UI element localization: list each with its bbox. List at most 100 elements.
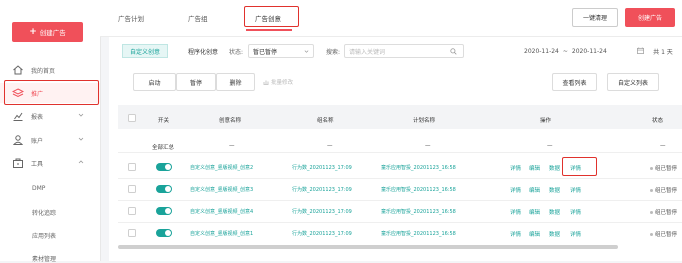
sidebar-sub-materials[interactable]: 素材管理	[32, 254, 56, 263]
one-click-clean-button[interactable]: 一键清理	[572, 8, 618, 27]
plus-icon: +	[29, 26, 37, 37]
creative-name-link[interactable]: 自定义创意_竖版视频_创意1	[190, 230, 253, 237]
op-detail-link[interactable]: 详情	[510, 164, 521, 172]
row-toggle-switch[interactable]	[156, 229, 172, 237]
search-label: 搜索:	[325, 48, 341, 56]
op-data-link[interactable]: 数据	[549, 230, 560, 238]
op-edit-link[interactable]: 编辑	[529, 208, 540, 216]
select-all-checkbox[interactable]	[128, 114, 136, 122]
create-ad-label: 创建广告	[39, 29, 66, 37]
pause-button[interactable]: 暂停	[176, 73, 216, 91]
status-text: 组已暂停	[655, 210, 678, 216]
row-toggle-switch[interactable]	[156, 185, 172, 193]
total-days: 共 1 天	[653, 48, 673, 56]
plan-name-link[interactable]: 童乐应用智投_20201123_16:58	[381, 164, 456, 171]
sidebar-item-label: 我的首页	[31, 68, 56, 75]
status-select-value: 暂已暂停	[253, 48, 278, 56]
column-header-status[interactable]: 状态	[652, 116, 663, 124]
group-name-link[interactable]: 行为数_20201123_17:09	[292, 164, 352, 171]
sidebar-sub-apps[interactable]: 应用列表	[32, 231, 56, 240]
view-columns-button[interactable]: 查看列表	[552, 73, 597, 91]
row-checkbox[interactable]	[128, 207, 136, 215]
op-edit-link[interactable]: 编辑	[529, 186, 540, 194]
group-name-link[interactable]: 行为数_20201123_17:09	[292, 186, 352, 193]
column-header-group[interactable]: 组名称	[317, 116, 334, 124]
op-detail2-link[interactable]: 详情	[570, 186, 581, 194]
create-ad-button[interactable]: + 创建广告	[12, 22, 83, 42]
status-dot	[650, 211, 653, 214]
sidebar-item-account[interactable]: 账户	[0, 130, 100, 150]
batch-edit-button[interactable]: 批量修改	[263, 78, 293, 86]
op-data-link[interactable]: 数据	[549, 208, 560, 216]
creative-name-link[interactable]: 自定义创意_竖版视频_创意2	[190, 164, 253, 171]
create-ad-top-button[interactable]: 创建广告	[625, 8, 675, 27]
row-checkbox[interactable]	[128, 185, 136, 193]
table-header	[118, 105, 682, 129]
status-text: 组已暂停	[655, 188, 678, 194]
op-data-link[interactable]: 数据	[549, 186, 560, 194]
tab-ad-group[interactable]: 广告组	[188, 13, 208, 23]
op-detail-link[interactable]: 详情	[510, 208, 521, 216]
summary-group: —	[327, 143, 333, 149]
status-dot	[650, 167, 653, 170]
sidebar: + 创建广告 我的首页 推广 报表 账户 工具 DMP 转化追踪 应用列表 素材…	[0, 0, 101, 263]
custom-columns-button[interactable]: 自定义列表	[607, 73, 659, 91]
column-header-creative[interactable]: 创意名称	[219, 116, 241, 124]
plan-name-link[interactable]: 童乐应用智投_20201123_16:58	[381, 208, 456, 215]
plan-name-link[interactable]: 童乐应用智投_20201123_16:58	[381, 230, 456, 237]
summary-creative: —	[229, 143, 235, 149]
highlight-box-op	[562, 157, 597, 176]
sidebar-sub-dmp[interactable]: DMP	[32, 185, 45, 192]
row-checkbox[interactable]	[128, 229, 136, 237]
row-divider	[118, 178, 682, 179]
creative-name-link[interactable]: 自定义创意_竖版视频_创意4	[190, 208, 253, 215]
op-edit-link[interactable]: 编辑	[529, 230, 540, 238]
plan-name-link[interactable]: 童乐应用智投_20201123_16:58	[381, 186, 456, 193]
status-dot	[650, 189, 653, 192]
search-input[interactable]: 请输入关键词	[344, 44, 464, 58]
start-button[interactable]: 启动	[133, 73, 176, 91]
highlight-box-promote	[4, 80, 99, 105]
column-header-switch: 开关	[158, 118, 170, 124]
column-header-plan[interactable]: 计划名称	[413, 116, 435, 124]
status-label: 状态:	[228, 48, 244, 56]
chart-icon	[13, 112, 23, 121]
custom-creative-filter[interactable]: 自定义创意	[122, 44, 168, 58]
group-name-link[interactable]: 行为数_20201123_17:09	[292, 208, 352, 215]
sidebar-item-home[interactable]: 我的首页	[0, 60, 100, 80]
search-placeholder: 请输入关键词	[349, 48, 386, 56]
row-toggle-switch[interactable]	[156, 163, 172, 171]
row-status: 组已暂停	[650, 186, 677, 194]
status-select[interactable]: 暂已暂停	[248, 44, 314, 58]
group-name-link[interactable]: 行为数_20201123_17:09	[292, 230, 352, 237]
delete-button[interactable]: 删除	[216, 73, 255, 91]
row-toggle-switch[interactable]	[156, 207, 172, 215]
chart-small-icon	[263, 80, 269, 85]
creative-name-link[interactable]: 自定义创意_竖版视频_创意3	[190, 186, 253, 193]
row-status: 组已暂停	[650, 230, 677, 238]
summary-ops: —	[547, 143, 553, 149]
summary-status: —	[660, 143, 666, 149]
summary-plan: —	[425, 143, 431, 149]
row-status: 组已暂停	[650, 208, 677, 216]
horizontal-scrollbar[interactable]	[118, 245, 618, 249]
sidebar-item-tools[interactable]: 工具	[0, 153, 100, 173]
op-detail2-link[interactable]: 详情	[570, 230, 581, 238]
highlight-box-creative-tab	[244, 6, 299, 27]
sidebar-sub-conversion[interactable]: 转化追踪	[32, 208, 56, 217]
user-icon	[12, 135, 24, 145]
programmatic-creative-filter[interactable]: 程序化创意	[180, 44, 226, 58]
op-data-link[interactable]: 数据	[549, 164, 560, 172]
top-tab-bar: 广告计划 广告组 广告创意 一键清理 创建广告	[100, 0, 682, 37]
op-detail-link[interactable]: 详情	[510, 186, 521, 194]
column-header-ops: 操作	[540, 118, 552, 124]
op-detail2-link[interactable]: 详情	[570, 208, 581, 216]
date-range-picker[interactable]: 2020-11-24 ~ 2020-11-24	[520, 44, 644, 58]
op-edit-link[interactable]: 编辑	[529, 164, 540, 172]
row-checkbox[interactable]	[128, 163, 136, 171]
sidebar-item-reports[interactable]: 报表	[0, 106, 100, 126]
active-tab-indicator	[246, 29, 292, 31]
tab-ad-plan[interactable]: 广告计划	[118, 13, 144, 23]
search-icon[interactable]	[450, 48, 457, 55]
op-detail-link[interactable]: 详情	[510, 230, 521, 238]
